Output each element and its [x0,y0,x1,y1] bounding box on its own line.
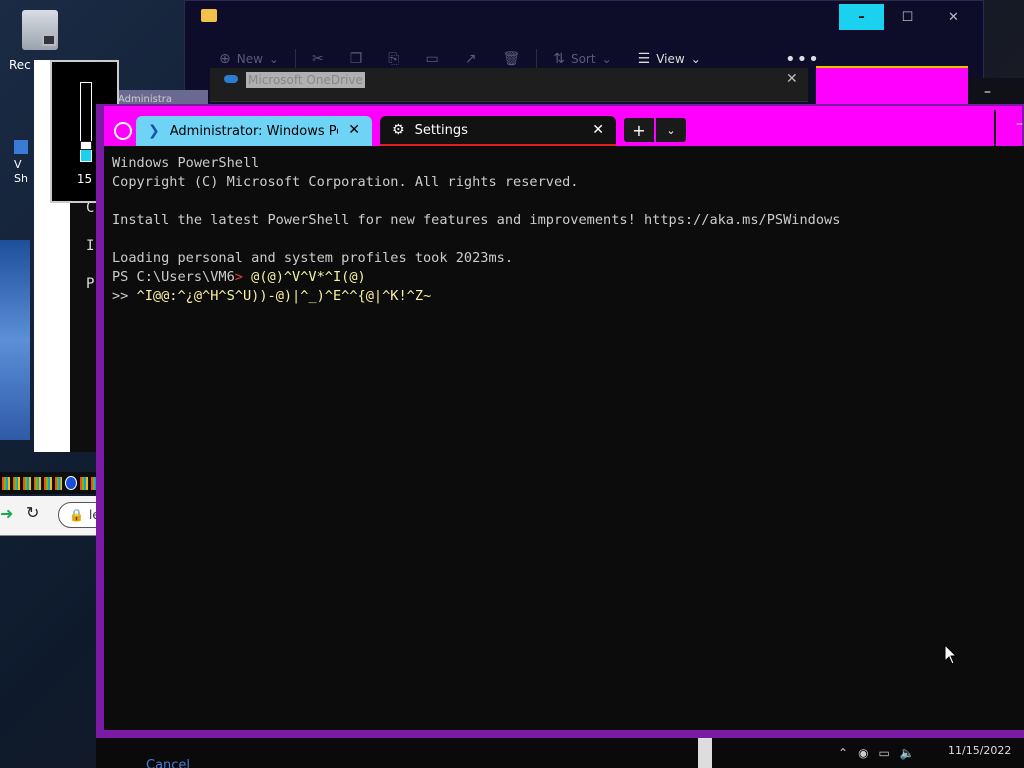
terminal-output[interactable]: Windows PowerShell Copyright (C) Microsof… [104,146,1024,730]
tab-label: Administrator: Windows PowerShell [169,123,338,139]
prompt-line: PS C:\Users\VM6> @(@)^V^V*^I(@) [112,268,1024,287]
cancel-button[interactable]: Cancel [146,758,190,768]
terminal-line: Loading personal and system profiles too… [112,250,514,266]
terminal-window: ❯ Administrator: Windows PowerShell ✕ ⚙ … [96,104,1024,738]
forward-arrow-icon[interactable]: ➜ [0,504,13,523]
explorer-close-button[interactable]: ✕ [931,4,976,30]
linkedin-icon[interactable] [65,476,77,490]
app-icon[interactable] [23,476,31,490]
app-icon[interactable] [33,476,41,490]
volume-slider[interactable] [80,82,92,162]
background-window-titlebar [968,78,1024,106]
continuation-line: >> ^I@@:^¿@^H^S^U))-@)|^_)^E^^{@|^K!^Z~ [112,287,1024,306]
system-tray: ⌃ ◉ ▭ 🔈 [838,738,915,768]
toolbar-divider [294,49,296,69]
explorer-maximize-button[interactable]: ☐ [885,4,930,30]
wallpaper-fragment [0,240,30,440]
onedrive-title: Microsoft OneDrive [246,72,365,88]
tab-settings[interactable]: ⚙ Settings ✕ [380,116,616,146]
chevron-down-icon: ⌄ [601,52,612,66]
left-console-letter: I [86,238,95,254]
onedrive-close-button[interactable]: ✕ [786,71,798,87]
powershell-icon: ❯ [148,123,160,139]
explorer-minimize-button[interactable]: – [839,4,884,30]
speaker-icon[interactable]: 🔈 [900,746,915,760]
sort-button[interactable]: ⇅ Sort ⌄ [543,51,621,67]
share-icon[interactable]: ↗ [455,51,487,67]
more-options-icon[interactable]: ••• [785,49,820,70]
chevron-up-icon[interactable]: ⌃ [838,746,848,760]
view-button[interactable]: ☰ View ⌄ [628,51,711,67]
toolbar-divider [536,49,538,69]
terminal-minimize-button[interactable]: – [1016,116,1023,132]
mouse-cursor-icon [944,644,958,665]
terminal-line: Install the latest PowerShell for new fe… [112,212,841,228]
chevron-down-icon: ⌄ [690,52,701,66]
delete-icon[interactable]: 🗑 [492,51,530,67]
gear-icon: ⚙ [392,122,405,138]
onedrive-window: Microsoft OneDrive ✕ [210,68,808,102]
prompt-arrow: > [234,269,243,285]
view-list-icon: ☰ [637,51,651,67]
terminal-line: Windows PowerShell [112,155,260,171]
plus-circle-icon: ⊕ [219,51,231,67]
app-icon[interactable] [44,476,52,490]
reload-icon[interactable]: ↻ [26,503,39,522]
tab-administrator-powershell[interactable]: ❯ Administrator: Windows PowerShell ✕ [136,116,372,146]
new-button[interactable]: ⊕ New ⌄ [209,51,289,67]
app-icon[interactable] [12,476,20,490]
taskbar-date[interactable]: 11/15/2022 [948,744,1011,757]
background-window-fragment [816,66,968,104]
recycle-bin-label: Rec [9,58,31,72]
app-icon[interactable] [2,476,10,490]
chevron-down-icon: ⌄ [268,52,279,66]
cut-icon[interactable]: ✂ [302,51,334,67]
new-tab-button[interactable]: + [624,118,654,142]
monitor-icon[interactable]: ▭ [879,746,890,760]
prompt-path: PS C:\Users\VM6 [112,269,235,285]
tab-label: Settings [414,122,468,138]
tab-close-icon[interactable]: ✕ [348,122,360,138]
address-bar[interactable]: 🔒 le [58,502,100,528]
titlebar-divider [994,110,996,146]
tab-close-icon[interactable]: ✕ [592,122,604,138]
app-icon[interactable] [54,476,62,490]
app-icon[interactable] [80,476,88,490]
background-minimize-button[interactable]: – [984,84,991,100]
lock-icon: 🔒 [69,508,84,522]
window-icon [42,34,56,46]
pinned-apps-strip [0,472,98,494]
command-text: ^I@@:^¿@^H^S^U))-@)|^_)^E^^{@|^K!^Z~ [136,288,432,304]
paste-icon[interactable]: ⎘ [378,51,409,67]
browser-toolbar: ➜ ↻ 🔒 le [0,496,100,536]
chevron-down-icon: ⌄ [666,123,676,137]
network-icon[interactable]: ◉ [858,746,868,760]
copy-icon[interactable]: ❐ [340,51,373,67]
shortcut-label: V Sh [14,158,28,185]
volume-slider-fill [81,149,91,161]
folder-icon [201,9,217,22]
onedrive-cloud-icon [224,75,238,83]
rename-icon[interactable]: ▭ [415,51,448,67]
sort-icon: ⇅ [553,51,565,67]
tab-dropdown-button[interactable]: ⌄ [656,118,686,142]
shortcut-icon[interactable] [14,140,28,154]
command-text: @(@)^V^V*^I(@) [242,269,366,285]
terminal-tab-bar: ❯ Administrator: Windows PowerShell ✕ ⚙ … [104,106,1023,146]
panel-fragment [698,738,712,768]
admin-shield-icon [114,122,132,140]
volume-slider-thumb[interactable] [80,141,92,151]
left-console-letter: P [86,276,95,292]
explorer-title-bar: – ☐ ✕ [185,1,983,33]
terminal-line: Copyright (C) Microsoft Corporation. All… [112,174,579,190]
continuation-prefix: >> [112,288,137,304]
